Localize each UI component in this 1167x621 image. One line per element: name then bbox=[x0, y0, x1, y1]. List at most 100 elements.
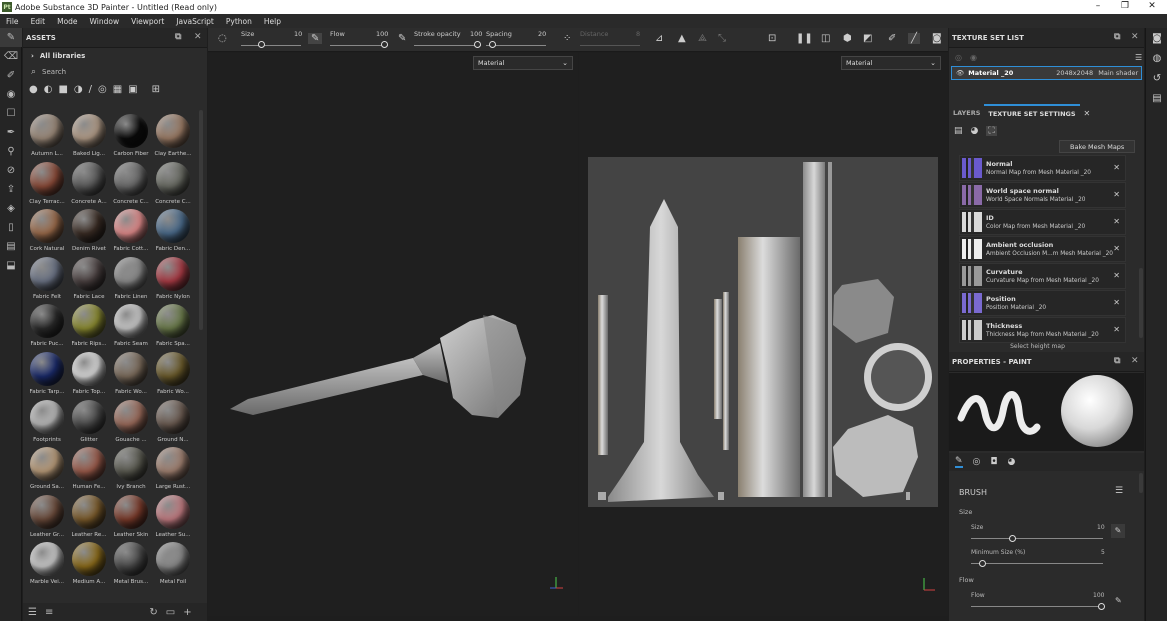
asset-item[interactable]: Fabric Cott... bbox=[110, 207, 152, 255]
tab-texture-set-settings[interactable]: TEXTURE SET SETTINGS bbox=[984, 104, 1080, 122]
paint-brush-icon[interactable]: ✎ bbox=[0, 28, 22, 47]
smart-materials-filter-icon[interactable]: ◐ bbox=[44, 84, 53, 95]
spacing-knob[interactable] bbox=[489, 41, 496, 48]
asset-item[interactable]: Fabric Spa... bbox=[152, 302, 194, 350]
pen-pressure-icon[interactable]: ✎ bbox=[1111, 524, 1125, 538]
asset-item[interactable]: Gouache ... bbox=[110, 398, 152, 446]
distance-slider[interactable] bbox=[580, 45, 640, 46]
clone-icon[interactable]: ✒ bbox=[0, 123, 22, 142]
asset-item[interactable]: Metal Brus... bbox=[110, 540, 152, 588]
viewport-split-icon[interactable]: ◫ bbox=[821, 33, 830, 44]
asset-item[interactable]: Fabric Rips... bbox=[68, 302, 110, 350]
material-tab-icon[interactable]: ◎ bbox=[973, 457, 981, 467]
viewport-3d[interactable]: Material ⌄ bbox=[208, 53, 578, 616]
asset-item[interactable]: Fabric Felt bbox=[26, 255, 68, 303]
menu-python[interactable]: Python bbox=[220, 17, 258, 26]
float-panel-icon[interactable]: ⧉ bbox=[1114, 356, 1120, 366]
menu-window[interactable]: Window bbox=[84, 17, 126, 26]
asset-item[interactable]: Leather Re... bbox=[68, 493, 110, 541]
float-panel-icon[interactable]: ⧉ bbox=[175, 32, 181, 42]
symmetry-y-icon[interactable]: ⟁ bbox=[698, 33, 707, 44]
texture-set-row[interactable]: 👁 Material _20 2048x2048 Main shader bbox=[951, 66, 1142, 80]
asset-item[interactable]: Large Rust... bbox=[152, 445, 194, 493]
mesh-map-slot[interactable]: ID Color Map from Mesh Material _20 ✕ bbox=[959, 209, 1126, 235]
asset-item[interactable]: Concrete C... bbox=[152, 160, 194, 208]
min-size-slider[interactable] bbox=[971, 563, 1103, 564]
viewport-2d-mode-dropdown[interactable]: Material ⌄ bbox=[841, 56, 941, 70]
remove-map-icon[interactable]: ✕ bbox=[1113, 271, 1120, 280]
asset-item[interactable]: Fabric Lace bbox=[68, 255, 110, 303]
float-panel-icon[interactable]: ⧉ bbox=[1114, 32, 1120, 42]
flow-pressure-icon[interactable]: ✎ bbox=[398, 33, 406, 44]
masks-filter-icon[interactable]: ◑ bbox=[74, 84, 83, 95]
uv-icon[interactable]: ⛶ bbox=[986, 126, 997, 136]
textures-filter-icon[interactable]: ■ bbox=[58, 84, 67, 95]
menu-viewport[interactable]: Viewport bbox=[125, 17, 170, 26]
asset-item[interactable]: Ground Sa... bbox=[26, 445, 68, 493]
menu-help[interactable]: Help bbox=[258, 17, 287, 26]
asset-item[interactable]: Ground N... bbox=[152, 398, 194, 446]
filter-list-icon[interactable]: ☰ bbox=[28, 607, 37, 618]
asset-item[interactable]: Metal Foil bbox=[152, 540, 194, 588]
min-size-knob[interactable] bbox=[979, 560, 986, 567]
add-asset-icon[interactable]: + bbox=[183, 607, 191, 618]
eye-icon[interactable]: 👁 bbox=[956, 69, 964, 77]
grid-view-icon[interactable]: ⊞ bbox=[152, 84, 160, 95]
eraser-icon[interactable]: ⌫ bbox=[0, 47, 22, 66]
geometry-mask-icon[interactable]: ◉ bbox=[0, 85, 22, 104]
new-folder-icon[interactable]: ▭ bbox=[166, 607, 175, 618]
stroke-opacity-knob[interactable] bbox=[474, 41, 481, 48]
symmetry-icon[interactable]: ⊿ bbox=[655, 33, 663, 44]
sort-icon[interactable]: ≡ bbox=[45, 607, 53, 618]
remove-map-icon[interactable]: ✕ bbox=[1113, 325, 1120, 334]
refresh-icon[interactable]: ↻ bbox=[149, 607, 157, 618]
remove-map-icon[interactable]: ✕ bbox=[1113, 163, 1120, 172]
stamp-icon[interactable]: ⚲ bbox=[0, 142, 22, 161]
mesh-map-slot[interactable]: Ambient occlusion Ambient Occlusion M...m… bbox=[959, 236, 1126, 262]
asset-item[interactable]: Carbon Fiber bbox=[110, 112, 152, 160]
close-tab-icon[interactable]: ✕ bbox=[1084, 109, 1091, 118]
asset-item[interactable]: Glitter bbox=[68, 398, 110, 446]
pen-pressure-icon[interactable]: ✎ bbox=[308, 33, 323, 44]
brush-size-slider[interactable] bbox=[971, 538, 1103, 539]
mesh-map-slot[interactable]: World space normal World Space Normals Ma… bbox=[959, 182, 1126, 208]
remove-map-icon[interactable]: ✕ bbox=[1113, 244, 1120, 253]
restore-button[interactable]: ❐ bbox=[1110, 0, 1140, 14]
asset-item[interactable]: Human Fe... bbox=[68, 445, 110, 493]
close-window-button[interactable]: ✕ bbox=[1137, 0, 1167, 14]
bake-icon[interactable]: ⇪ bbox=[0, 180, 22, 199]
menu-javascript[interactable]: JavaScript bbox=[170, 17, 220, 26]
polygon-fill-icon[interactable]: ◈ bbox=[0, 199, 22, 218]
asset-item[interactable]: Clay Earthe... bbox=[152, 112, 194, 160]
asset-item[interactable]: Fabric Linen bbox=[110, 255, 152, 303]
3d-view-icon[interactable]: ⬢ bbox=[843, 33, 852, 44]
export-icon[interactable]: ⬓ bbox=[0, 256, 22, 275]
brush-size-knob[interactable] bbox=[1009, 535, 1016, 542]
asset-item[interactable]: Leather Gr... bbox=[26, 493, 68, 541]
smudge-icon[interactable]: ☐ bbox=[0, 104, 22, 123]
paint-mode-icon[interactable]: ✐ bbox=[888, 33, 896, 44]
shader-settings-icon[interactable]: ◍ bbox=[1146, 48, 1167, 68]
search-input[interactable]: ⌕ Search bbox=[23, 64, 207, 80]
minimize-button[interactable]: – bbox=[1083, 0, 1113, 14]
remove-map-icon[interactable]: ✕ bbox=[1113, 190, 1120, 199]
bake-mesh-maps-button[interactable]: Bake Mesh Maps bbox=[1059, 140, 1136, 153]
brush-mode-icon[interactable]: ╱ bbox=[908, 33, 921, 44]
asset-item[interactable]: Fabric Wo... bbox=[110, 350, 152, 398]
shader-icon[interactable]: ◕ bbox=[971, 126, 979, 136]
materials-filter-icon[interactable]: ● bbox=[29, 84, 38, 95]
brushes-filter-icon[interactable]: / bbox=[89, 84, 92, 95]
mesh-map-slot[interactable]: Position Position Material _20 ✕ bbox=[959, 290, 1126, 316]
measure-icon[interactable]: ▯ bbox=[0, 218, 22, 237]
asset-item[interactable]: Clay Terrac... bbox=[26, 160, 68, 208]
symmetry-z-icon[interactable]: ⤡ bbox=[718, 33, 726, 44]
asset-item[interactable]: Fabric Seam bbox=[110, 302, 152, 350]
assets-scrollbar[interactable] bbox=[199, 110, 203, 330]
mesh-map-slot[interactable]: Thickness Thickness Map from Mesh Materia… bbox=[959, 317, 1126, 343]
asset-item[interactable]: Marble Vei... bbox=[26, 540, 68, 588]
color-picker-icon[interactable]: ⊘ bbox=[0, 161, 22, 180]
asset-item[interactable]: Fabric Nylon bbox=[152, 255, 194, 303]
display-settings-icon[interactable]: ◙ bbox=[1146, 28, 1167, 48]
asset-item[interactable]: Medium A... bbox=[68, 540, 110, 588]
eye-icon[interactable]: ◉ bbox=[970, 53, 977, 62]
